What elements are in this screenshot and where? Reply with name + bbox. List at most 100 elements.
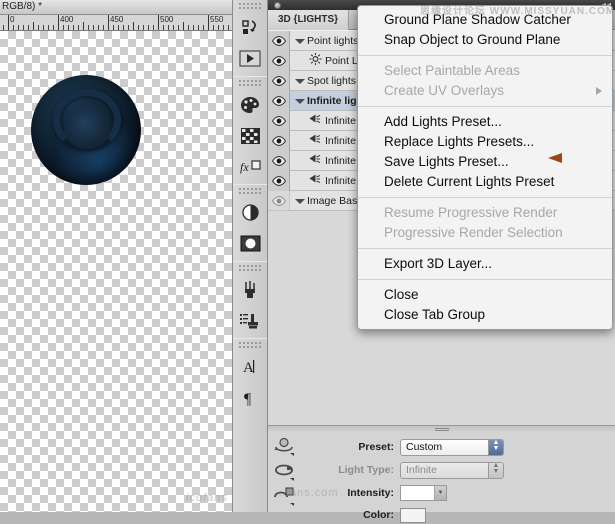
infinite-light-icon xyxy=(308,173,322,188)
panel-splitter[interactable] xyxy=(268,425,615,432)
chevron-down-icon[interactable] xyxy=(294,36,305,46)
ruler-minor-tick xyxy=(203,25,204,30)
menu-item[interactable]: Close Tab Group xyxy=(358,305,612,325)
menu-separator xyxy=(358,197,612,198)
menu-item[interactable]: Replace Lights Presets... xyxy=(358,132,612,152)
chevron-down-icon[interactable] xyxy=(294,76,305,86)
ruler-minor-tick xyxy=(123,25,124,30)
intensity-dropdown-icon[interactable]: ▼ xyxy=(434,486,446,500)
svg-text:A: A xyxy=(243,360,254,376)
preset-stepper-icon[interactable]: ▲ ▼ xyxy=(488,439,503,455)
visibility-eye-icon[interactable] xyxy=(268,90,290,111)
tool-group-grip[interactable] xyxy=(238,341,262,349)
ruler-minor-tick xyxy=(173,25,174,30)
tool-divider xyxy=(233,184,267,185)
paragraph-tool[interactable]: ¶ xyxy=(233,382,267,413)
submenu-arrow-icon xyxy=(596,87,602,95)
ruler-minor-tick xyxy=(143,25,144,30)
tab-3d-lights[interactable]: 3D {LIGHTS} xyxy=(268,10,350,30)
tool-group-grip[interactable] xyxy=(238,79,262,87)
visibility-eye-icon[interactable] xyxy=(268,110,290,131)
panel-collapse-dot[interactable] xyxy=(274,2,281,9)
ruler-major-tick xyxy=(8,15,9,30)
light-row-label: Infinite xyxy=(325,174,356,187)
ruler-minor-tick xyxy=(228,25,229,30)
ruler-minor-tick xyxy=(83,22,84,30)
ruler-minor-tick xyxy=(88,25,89,30)
menu-item[interactable]: Save Lights Preset... xyxy=(358,152,612,172)
ruler-minor-tick xyxy=(133,22,134,30)
ruler-major-tick xyxy=(108,15,109,30)
tool-group-grip[interactable] xyxy=(238,264,262,272)
visibility-eye-icon[interactable] xyxy=(268,190,290,211)
ruler-minor-tick xyxy=(213,25,214,30)
tool-strip-grip[interactable] xyxy=(238,2,262,10)
menu-item[interactable]: Close xyxy=(358,285,612,305)
visibility-eye-icon[interactable] xyxy=(268,150,290,171)
menu-item[interactable]: Ground Plane Shadow Catcher xyxy=(358,10,612,30)
path-selection-tool[interactable] xyxy=(233,12,267,43)
light-row-label: Infinite xyxy=(325,114,356,127)
image-canvas[interactable] xyxy=(0,31,232,512)
ruler-minor-tick xyxy=(118,25,119,30)
menu-item[interactable]: Add Lights Preset... xyxy=(358,112,612,132)
menu-item[interactable]: Delete Current Lights Preset xyxy=(358,172,612,192)
gradient-circle-tool[interactable] xyxy=(233,197,267,228)
horizontal-ruler[interactable]: 0 400 450 500 550 xyxy=(0,15,232,31)
ruler-minor-tick xyxy=(113,25,114,30)
palette-tool[interactable] xyxy=(233,89,267,120)
type-tool[interactable]: A xyxy=(233,351,267,382)
ruler-minor-tick xyxy=(148,25,149,30)
rotate-light-tool[interactable] xyxy=(270,434,298,459)
clone-stamp-tool[interactable] xyxy=(233,305,267,336)
visibility-eye-icon[interactable] xyxy=(268,130,290,151)
ruler-label: 500 xyxy=(160,15,174,24)
light-type-value: Infinite xyxy=(406,463,437,476)
3d-sphere-object[interactable] xyxy=(31,75,141,185)
svg-text:fx: fx xyxy=(240,160,249,174)
swatches-grid-tool[interactable] xyxy=(233,120,267,151)
menu-item-label: Create UV Overlays xyxy=(384,83,505,98)
point-light-icon xyxy=(308,53,322,68)
menu-item-label: Save Lights Preset... xyxy=(384,154,509,169)
ruler-minor-tick xyxy=(73,25,74,30)
mask-tool[interactable] xyxy=(233,228,267,259)
visibility-eye-icon[interactable] xyxy=(268,70,290,91)
play-render-tool[interactable] xyxy=(233,43,267,74)
menu-item: Resume Progressive Render xyxy=(358,203,612,223)
intensity-label: Intensity: xyxy=(347,487,394,499)
panel-context-menu: Ground Plane Shadow Catcher Snap Object t… xyxy=(357,5,613,330)
ruler-label: 0 xyxy=(10,15,15,24)
visibility-eye-icon[interactable] xyxy=(268,50,290,71)
visibility-eye-icon[interactable] xyxy=(268,30,290,51)
ruler-minor-tick xyxy=(218,25,219,30)
menu-item[interactable]: Snap Object to Ground Plane xyxy=(358,30,612,50)
menu-item[interactable]: Export 3D Layer... xyxy=(358,254,612,274)
light-row-label: Point lights xyxy=(307,34,359,47)
color-swatch[interactable] xyxy=(400,507,426,523)
ruler-minor-tick xyxy=(13,25,14,30)
ruler-label: 450 xyxy=(110,15,124,24)
ruler-minor-tick xyxy=(53,25,54,30)
drag-light-tool[interactable] xyxy=(270,459,298,484)
ruler-minor-tick xyxy=(188,25,189,30)
slide-light-tool[interactable] xyxy=(270,484,298,509)
ruler-minor-tick xyxy=(128,25,129,30)
preset-select[interactable]: Custom ▲ ▼ xyxy=(400,438,504,456)
ruler-minor-tick xyxy=(18,25,19,30)
light-type-stepper-icon[interactable]: ▲ ▼ xyxy=(488,462,503,478)
visibility-eye-icon[interactable] xyxy=(268,170,290,191)
preset-label: Preset: xyxy=(358,441,394,453)
light-row-label: Infinite ligh xyxy=(307,94,363,107)
chevron-down-icon[interactable] xyxy=(294,96,305,106)
ruler-minor-tick xyxy=(28,25,29,30)
brush-tool[interactable] xyxy=(233,274,267,305)
fx-layer-style-tool[interactable]: fx xyxy=(233,151,267,182)
ruler-minor-tick xyxy=(38,25,39,30)
intensity-input[interactable]: ▼ xyxy=(400,485,447,501)
tool-group-grip[interactable] xyxy=(238,187,262,195)
light-type-select[interactable]: Infinite ▲ ▼ xyxy=(400,461,504,479)
chevron-down-icon[interactable] xyxy=(294,196,305,206)
ruler-major-tick xyxy=(208,15,209,30)
preset-value: Custom xyxy=(406,440,443,453)
